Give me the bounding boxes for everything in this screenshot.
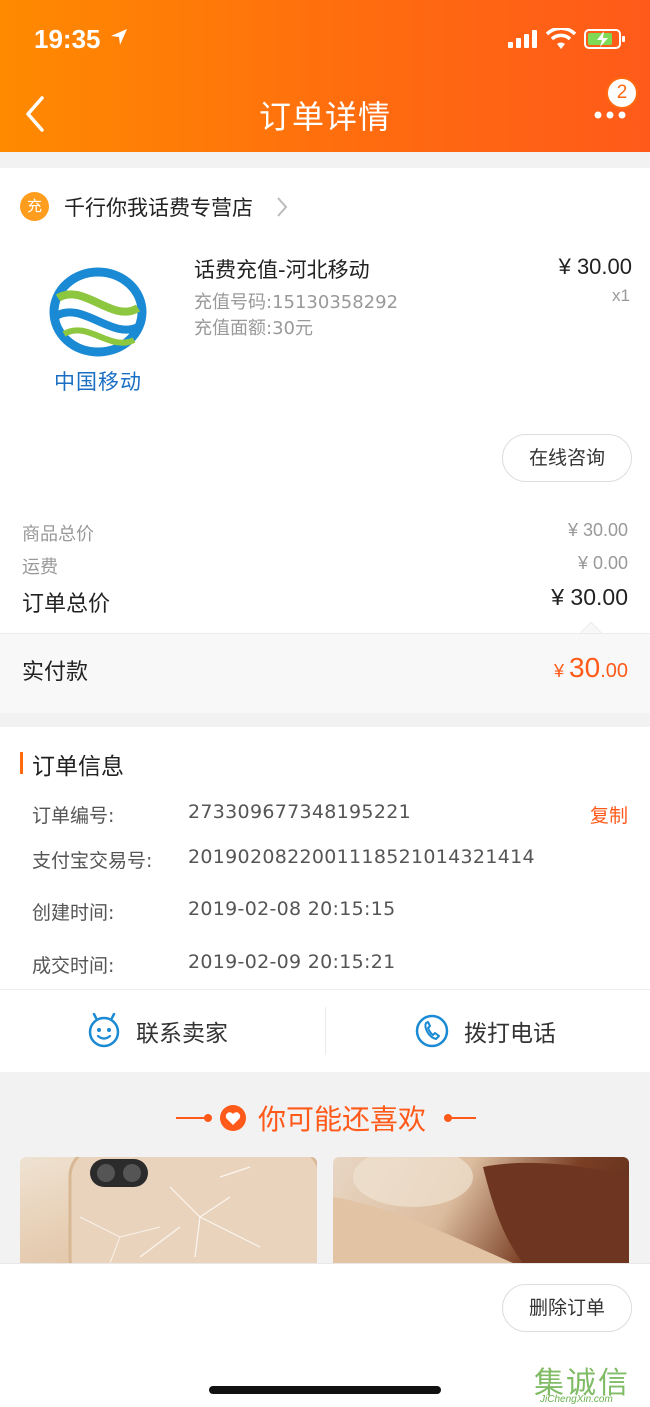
location-arrow-icon (111, 29, 127, 45)
recharge-number: 充值号码:15130358292 (194, 292, 399, 313)
created-time-label: 创建时间: (32, 902, 115, 924)
call-phone-button[interactable]: 拨打电话 (414, 1005, 556, 1057)
copy-button[interactable]: 复制 (590, 801, 628, 828)
paid-integer: 30 (569, 652, 601, 683)
product-quantity: x1 (612, 286, 630, 305)
order-info-title: 订单信息 (32, 754, 124, 780)
notification-badge: 2 (606, 77, 638, 109)
cracked-phone-image (68, 1157, 317, 1263)
contact-seller-button[interactable]: 联系卖家 (86, 1005, 228, 1057)
watermark: 集诚信 JiChengXin.com (534, 1356, 650, 1407)
page-title: 订单详情 (258, 98, 391, 136)
store-badge-icon: 充 (20, 192, 49, 221)
china-mobile-logo: 中国移动 (38, 264, 158, 400)
goods-total-label: 商品总价 (22, 524, 94, 545)
phone-icon (415, 1014, 449, 1048)
alipay-no-label: 支付宝交易号: (32, 850, 153, 872)
wifi-icon (546, 28, 576, 49)
goods-total-value: ¥ 30.00 (567, 520, 628, 540)
paid-value: ¥ 30.00 (554, 652, 628, 684)
decor-dot-left (204, 1114, 212, 1122)
bottom-action-bar: 删除订单 集诚信 JiChengXin.com (0, 1263, 650, 1407)
shipping-value: ¥ 0.00 (577, 553, 628, 573)
logo-text: 中国移动 (54, 370, 142, 394)
chat-smile-icon (88, 1013, 120, 1048)
vertical-divider (325, 1007, 326, 1055)
cell-signal-icon (508, 30, 537, 48)
paid-label: 实付款 (22, 660, 89, 685)
hand-image (333, 1157, 629, 1263)
battery-charging-icon (584, 29, 625, 49)
recommend-item-image-phone[interactable] (20, 1157, 317, 1263)
watermark-sub: JiChengXin.com (540, 1394, 613, 1405)
order-no-label: 订单编号: (32, 805, 115, 827)
order-total-value: ¥ 30.00 (551, 584, 628, 610)
section-accent-bar (20, 752, 23, 774)
alipay-no-value: 2019020822001118521014321414 (188, 846, 535, 868)
order-product-card: 充 千行你我话费专营店 中国移动 话费充值-河北移动 充值号码:15130358… (0, 168, 650, 713)
order-info-card: 订单信息 订单编号: 273309677348195221 复制 支付宝交易号:… (0, 727, 650, 1072)
product-title[interactable]: 话费充值-河北移动 (194, 254, 370, 284)
divider (0, 989, 650, 990)
order-no-value: 273309677348195221 (188, 801, 411, 823)
header-bar: 19:35 订单详情 2 (0, 0, 650, 152)
paid-decimal: .00 (600, 660, 628, 682)
completed-time-value: 2019-02-09 20:15:21 (188, 951, 396, 973)
order-total-label: 订单总价 (22, 592, 111, 617)
decor-line-right (446, 1117, 476, 1119)
paid-row: 实付款 ¥ 30.00 (0, 633, 650, 713)
completed-time-label: 成交时间: (32, 955, 115, 977)
home-indicator (209, 1386, 441, 1394)
delete-order-button[interactable]: 删除订单 (502, 1284, 632, 1332)
call-phone-label: 拨打电话 (464, 1021, 556, 1047)
recommend-item-image-hand[interactable] (333, 1157, 629, 1263)
recommend-header: 你可能还喜欢 (0, 1090, 650, 1146)
created-time-value: 2019-02-08 20:15:15 (188, 898, 396, 920)
contact-seller-label: 联系卖家 (136, 1021, 228, 1047)
recommend-title: 你可能还喜欢 (258, 1103, 427, 1136)
chevron-right-icon[interactable] (274, 195, 290, 219)
status-time: 19:35 (34, 24, 101, 54)
product-price: ¥ 30.00 (558, 254, 632, 279)
recharge-amount: 充值面额:30元 (194, 318, 313, 339)
heart-icon (220, 1105, 246, 1131)
online-consult-button[interactable]: 在线咨询 (502, 434, 632, 482)
paid-currency: ¥ (554, 661, 570, 681)
store-name[interactable]: 千行你我话费专营店 (64, 192, 253, 222)
shipping-label: 运费 (22, 557, 58, 578)
china-mobile-logo-icon (49, 267, 147, 357)
